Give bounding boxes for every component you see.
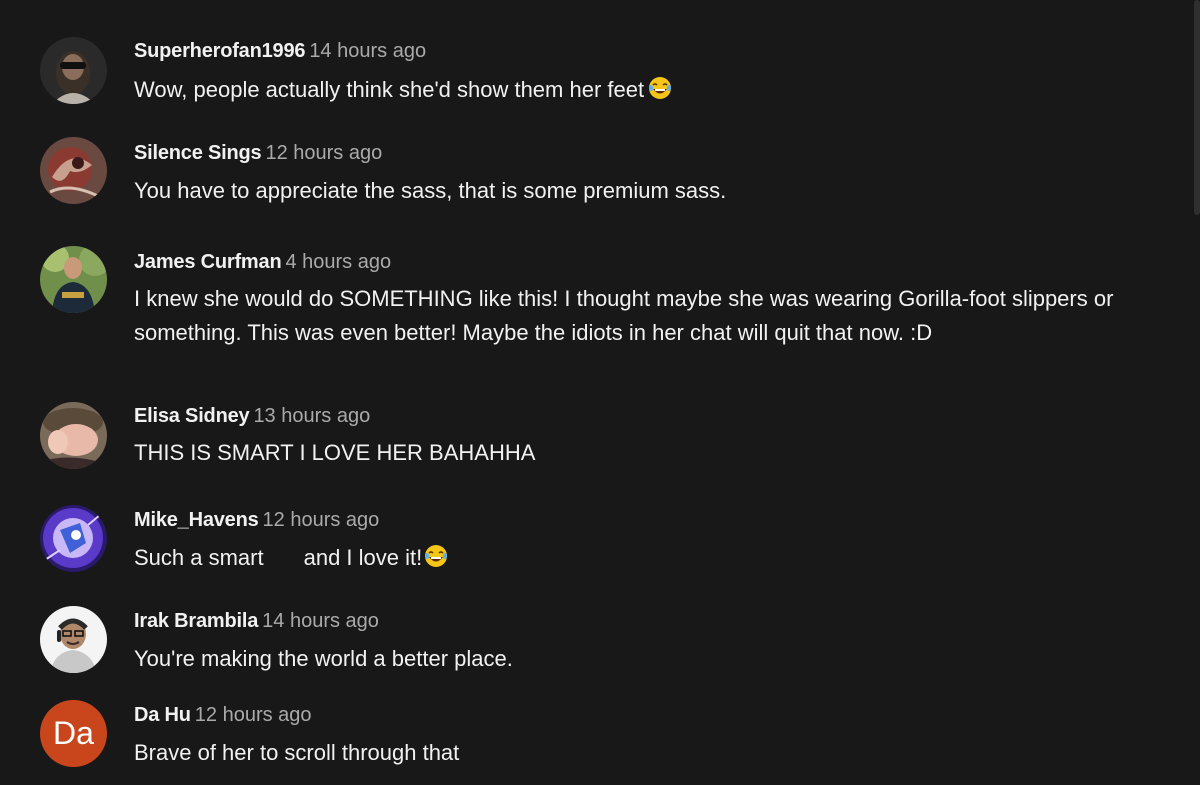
avatar[interactable] (40, 606, 107, 673)
comment-text: You have to appreciate the sass, that is… (134, 178, 727, 203)
comment-timestamp[interactable]: 12 hours ago (263, 509, 380, 531)
comment-item: Elisa Sidney 13 hours ago THIS IS SMART I… (0, 390, 1190, 500)
laughing-tears-emoji-icon (424, 544, 448, 568)
comment-item: James Curfman 4 hours ago I knew she woul… (0, 230, 1190, 390)
comment-timestamp[interactable]: 14 hours ago (262, 610, 379, 632)
comment-item: Irak Brambila 14 hours ago You're making … (0, 600, 1190, 695)
comment-author[interactable]: Superherofan1996 (134, 40, 306, 62)
comment-author[interactable]: Da Hu (134, 704, 191, 726)
comment-text: THIS IS SMART I LOVE HER BAHAHHA (134, 440, 536, 465)
avatar[interactable] (40, 402, 107, 469)
comments-section: Superherofan1996 14 hours ago Wow, people… (0, 0, 1200, 785)
comment-item: Mike_Havens 12 hours ago Such a smart and … (0, 500, 1190, 600)
comment-text-content: Wow, people actually think she'd show th… (134, 77, 645, 102)
avatar[interactable] (40, 246, 107, 313)
comment-timestamp[interactable]: 12 hours ago (195, 704, 312, 726)
scrollbar[interactable] (1194, 0, 1200, 215)
comment-author[interactable]: Silence Sings (134, 142, 262, 164)
comment-author[interactable]: Mike_Havens (134, 509, 259, 531)
avatar[interactable]: Da (40, 700, 107, 767)
comment-author[interactable]: Elisa Sidney (134, 405, 250, 427)
comment-text: Such a smart and I love it! (134, 541, 1180, 575)
comment-author[interactable]: Irak Brambila (134, 610, 258, 632)
comment-text-part: and I love it! (303, 545, 423, 570)
comment-item: Silence Sings 12 hours ago You have to ap… (0, 120, 1190, 230)
comment-text: You're making the world a better place. (134, 646, 513, 671)
comment-text: Brave of her to scroll through that (134, 740, 460, 765)
laughing-tears-emoji-icon (648, 76, 672, 100)
comment-item: Superherofan1996 14 hours ago Wow, people… (0, 0, 1190, 120)
comment-timestamp[interactable]: 13 hours ago (253, 405, 370, 427)
comment-text-part: Such a smart (134, 545, 264, 570)
comment-text: Wow, people actually think she'd show th… (134, 73, 1180, 107)
comment-text: I knew she would do SOMETHING like this!… (134, 286, 1114, 345)
avatar[interactable] (40, 137, 107, 204)
avatar[interactable] (40, 505, 107, 572)
comment-timestamp[interactable]: 12 hours ago (265, 142, 382, 164)
comment-item: Da Da Hu 12 hours ago Brave of her to scr… (0, 695, 1190, 785)
comment-timestamp[interactable]: 4 hours ago (285, 251, 391, 273)
comment-timestamp[interactable]: 14 hours ago (309, 40, 426, 62)
avatar[interactable] (40, 37, 107, 104)
comment-author[interactable]: James Curfman (134, 251, 282, 273)
